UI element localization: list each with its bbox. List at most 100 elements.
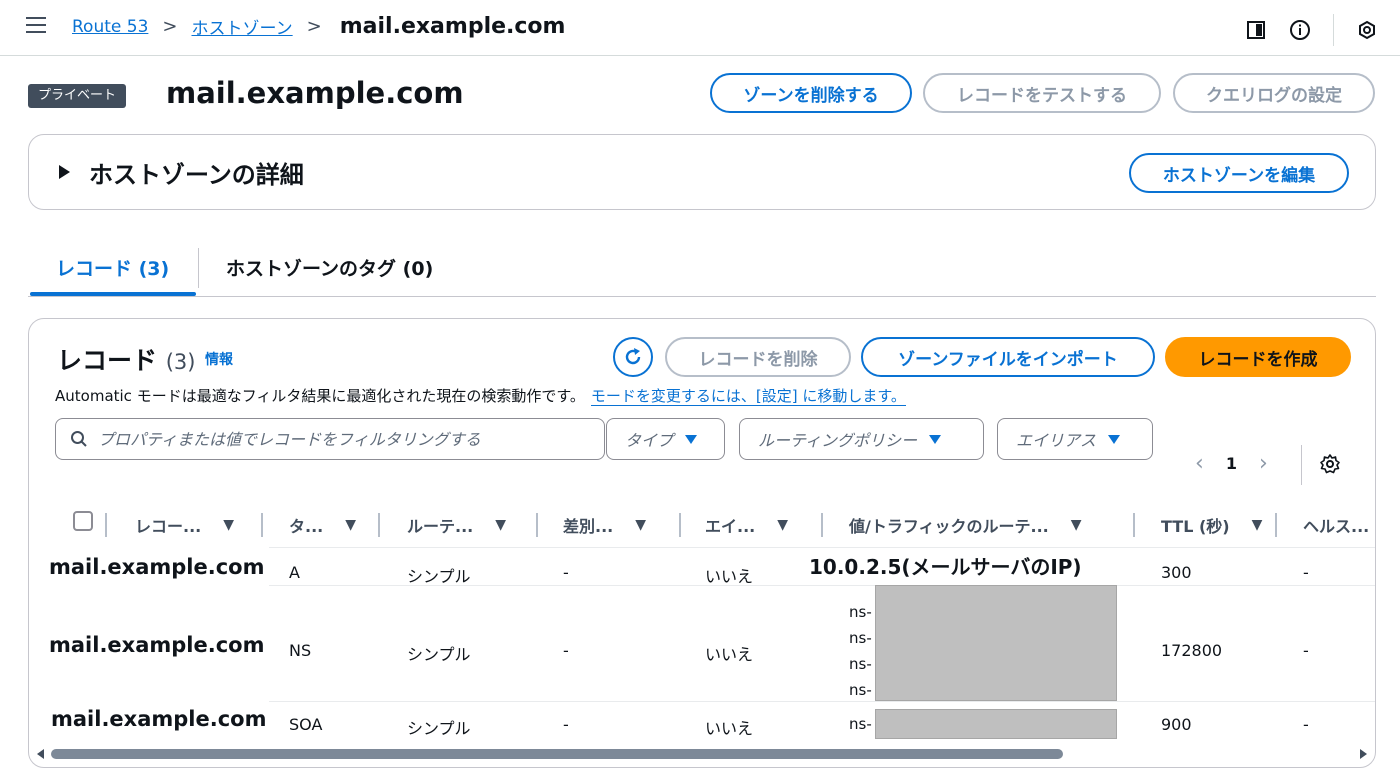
record-type: NS	[289, 641, 312, 660]
edit-zone-button[interactable]: ホストゾーンを編集	[1129, 153, 1349, 193]
search-input[interactable]	[98, 429, 578, 449]
routing-policy-filter[interactable]: ルーティングポリシー	[739, 418, 984, 460]
record-value: 10.0.2.5(メールサーバのIP)	[809, 551, 1082, 580]
menu-icon[interactable]	[26, 17, 46, 33]
divider	[1333, 14, 1334, 46]
horizontal-scrollbar[interactable]	[31, 747, 1373, 761]
column-header-label: レコー...	[135, 517, 202, 536]
info-link[interactable]: 情報	[205, 349, 233, 369]
alias-filter-label: エイリアス	[1016, 431, 1097, 450]
sort-icon[interactable]: ▼	[345, 517, 356, 533]
column-header-ttl[interactable]: TTL (秒) ▼	[1161, 503, 1262, 547]
chevron-right-icon[interactable]: ›	[1259, 451, 1268, 476]
record-health: -	[1303, 641, 1309, 660]
column-header-health[interactable]: ヘルス...	[1303, 503, 1369, 547]
column-separator	[378, 513, 380, 537]
record-differentiator: -	[563, 715, 569, 734]
column-separator	[821, 513, 823, 537]
record-type: A	[289, 563, 300, 582]
query-log-button[interactable]: クエリログの設定	[1173, 73, 1375, 113]
tab-tags[interactable]: ホストゾーンのタグ (0)	[226, 254, 433, 281]
notifications-icon[interactable]	[1356, 19, 1378, 41]
routing-policy-filter-label: ルーティングポリシー	[758, 431, 918, 450]
record-routing: シンプル	[407, 645, 471, 664]
column-header-record-name[interactable]: レコー... ▼	[135, 503, 234, 547]
column-header-label: 差別...	[563, 517, 614, 536]
column-header-routing[interactable]: ルーテ... ▼	[407, 503, 506, 547]
details-title[interactable]: ホストゾーンの詳細	[89, 155, 304, 190]
record-value-line: ns-	[849, 681, 872, 699]
search-icon	[71, 431, 87, 447]
column-header-label: 値/トラフィックのルーテ...	[849, 517, 1049, 536]
scroll-right-icon[interactable]	[1360, 749, 1367, 759]
column-header-label: ヘルス...	[1303, 517, 1370, 536]
table-row: mail.example.com SOA シンプル - いいえ ns- 900 …	[29, 701, 1375, 745]
redaction-box	[875, 585, 1117, 701]
record-routing: シンプル	[407, 719, 471, 738]
active-tab-indicator	[30, 292, 196, 296]
search-box[interactable]	[55, 418, 605, 460]
change-mode-link[interactable]: モードを変更するには、[設定] に移動します。	[590, 387, 906, 406]
record-name[interactable]: mail.example.com	[49, 707, 269, 731]
breadcrumb: Route 53 > ホストゾーン > mail.example.com	[72, 14, 570, 39]
column-header-label: TTL (秒)	[1161, 517, 1230, 536]
sort-icon[interactable]: ▼	[495, 517, 506, 533]
delete-zone-button[interactable]: ゾーンを削除する	[710, 73, 912, 113]
column-header-label: タ...	[289, 517, 324, 536]
tab-divider	[198, 248, 199, 288]
record-ttl: 300	[1161, 563, 1192, 582]
records-panel: レコード (3) 情報 レコードを削除 ゾーンファイルをインポート レコードを作…	[28, 318, 1376, 768]
record-name[interactable]: mail.example.com	[47, 555, 267, 579]
type-filter[interactable]: タイプ	[606, 418, 725, 460]
sort-icon[interactable]: ▼	[223, 517, 234, 533]
record-differentiator: -	[563, 563, 569, 582]
scroll-left-icon[interactable]	[37, 749, 44, 759]
refresh-icon[interactable]	[613, 337, 653, 377]
sort-icon[interactable]: ▼	[1071, 517, 1082, 533]
table-header: レコー... ▼ タ... ▼ ルーテ... ▼ 差別... ▼ エイ... ▼ 値/トラ…	[29, 503, 1375, 547]
breadcrumb-current: mail.example.com	[335, 14, 570, 39]
type-filter-label: タイプ	[625, 431, 674, 450]
breadcrumb-hosted-zones[interactable]: ホストゾーン	[191, 14, 292, 39]
sort-icon[interactable]: ▼	[777, 517, 788, 533]
chevron-left-icon[interactable]: ‹	[1195, 451, 1204, 476]
sort-icon[interactable]: ▼	[1252, 517, 1263, 533]
table-row: mail.example.com A シンプル - いいえ 10.0.2.5(メ…	[29, 547, 1375, 586]
column-header-differentiator[interactable]: 差別... ▼	[563, 503, 646, 547]
page-title: mail.example.com	[156, 76, 474, 110]
page-number[interactable]: 1	[1226, 454, 1237, 473]
record-type: SOA	[289, 715, 323, 734]
create-record-button[interactable]: レコードを作成	[1165, 337, 1351, 377]
record-value-line: ns-	[849, 603, 872, 621]
column-header-alias[interactable]: エイ... ▼	[705, 503, 788, 547]
test-record-button[interactable]: レコードをテストする	[923, 73, 1161, 113]
info-icon[interactable]	[1289, 19, 1311, 41]
chevron-right-icon: >	[162, 16, 178, 37]
column-separator	[536, 513, 538, 537]
top-bar: Route 53 > ホストゾーン > mail.example.com	[0, 0, 1400, 56]
tabs-baseline	[28, 296, 1376, 297]
tab-records[interactable]: レコード (3)	[56, 254, 169, 281]
column-separator	[1133, 513, 1135, 537]
record-name[interactable]: mail.example.com	[47, 633, 267, 657]
column-header-label: エイ...	[705, 517, 756, 536]
import-zone-file-button[interactable]: ゾーンファイルをインポート	[861, 337, 1155, 377]
column-separator	[261, 513, 263, 537]
chevron-right-icon: >	[306, 16, 322, 37]
record-routing: シンプル	[407, 567, 471, 586]
record-ttl: 900	[1161, 715, 1192, 734]
record-value-line: ns-	[849, 655, 872, 673]
record-value-line: ns-	[849, 629, 872, 647]
breadcrumb-route53[interactable]: Route 53	[72, 17, 148, 37]
records-count: (3)	[165, 350, 196, 374]
column-header-type[interactable]: タ... ▼	[289, 503, 356, 547]
gear-icon[interactable]	[1319, 453, 1341, 475]
sort-icon[interactable]: ▼	[635, 517, 646, 533]
alias-filter[interactable]: エイリアス	[997, 418, 1153, 460]
column-header-value[interactable]: 値/トラフィックのルーテ... ▼	[849, 503, 1082, 547]
panel-icon[interactable]	[1245, 19, 1267, 41]
caret-right-icon[interactable]	[59, 165, 70, 179]
scrollbar-thumb[interactable]	[51, 749, 1063, 759]
delete-record-button[interactable]: レコードを削除	[665, 337, 851, 377]
mode-description: Automatic モードは最適なフィルタ結果に最適化された現在の検索動作です。…	[55, 385, 906, 406]
